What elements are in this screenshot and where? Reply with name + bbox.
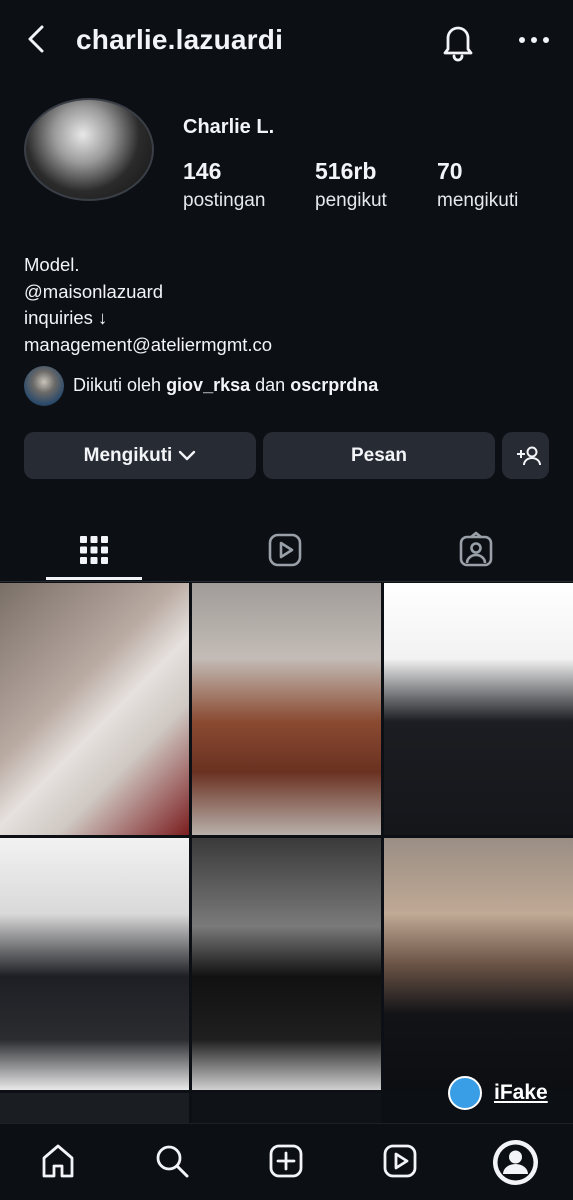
reels-icon[interactable] xyxy=(380,1141,420,1181)
content-tabs xyxy=(0,520,573,582)
post-grid xyxy=(0,583,573,1123)
search-icon[interactable] xyxy=(152,1141,192,1181)
followed-by-text: Diikuti oleh giov_rksa dan oscrprdna xyxy=(73,375,378,396)
create-icon[interactable] xyxy=(266,1141,306,1181)
followed-by-user-1[interactable]: giov_rksa xyxy=(166,375,250,395)
suggest-people-button[interactable] xyxy=(502,432,549,479)
bio-email-link[interactable]: management@ateliermgmt.co xyxy=(24,332,272,359)
profile-avatar[interactable] xyxy=(24,98,154,201)
followed-by-prefix: Diikuti oleh xyxy=(73,375,162,395)
followed-by-user-2[interactable]: oscrprdna xyxy=(290,375,378,395)
profile-avatar-icon[interactable] xyxy=(493,1140,538,1185)
post-thumbnail[interactable] xyxy=(384,838,573,1090)
post-thumbnail[interactable] xyxy=(0,583,189,835)
more-icon[interactable] xyxy=(516,28,552,52)
ifake-watermark: iFake xyxy=(448,1076,568,1110)
following-button[interactable]: Mengikuti xyxy=(24,432,256,479)
bio-line: inquiries ↓ xyxy=(24,307,108,328)
profile-username[interactable]: charlie.lazuardi xyxy=(76,24,283,56)
followed-by-conjunction: dan xyxy=(255,375,286,395)
follower-avatar xyxy=(24,366,64,406)
chevron-down-icon xyxy=(179,450,196,460)
display-name: Charlie L. xyxy=(183,116,275,138)
active-tab-indicator xyxy=(46,577,142,580)
following-button-label: Mengikuti xyxy=(83,444,173,466)
ifake-watermark-text: iFake xyxy=(494,1081,548,1104)
add-person-icon xyxy=(516,446,541,465)
stat-posts-label: postingan xyxy=(183,190,266,211)
user-silhouette-icon xyxy=(497,1144,534,1181)
bottom-navigation xyxy=(0,1123,573,1200)
bio-line: Model. xyxy=(24,254,80,275)
bell-icon[interactable] xyxy=(438,20,478,62)
stat-followers-value: 516rb xyxy=(315,158,377,184)
post-thumbnail[interactable] xyxy=(384,583,573,835)
message-button[interactable]: Pesan xyxy=(263,432,495,479)
stat-followers[interactable]: 516rb pengikut xyxy=(315,158,387,212)
stat-posts-value: 146 xyxy=(183,158,222,184)
home-icon[interactable] xyxy=(38,1141,78,1181)
stat-following-label: mengikuti xyxy=(437,190,519,211)
post-thumbnail[interactable] xyxy=(192,838,381,1090)
post-thumbnail[interactable] xyxy=(0,1093,189,1123)
bio: Model. @maisonlazuard inquiries ↓ manage… xyxy=(24,252,272,358)
followed-by[interactable]: Diikuti oleh giov_rksa dan oscrprdna xyxy=(24,366,544,406)
stat-following[interactable]: 70 mengikuti xyxy=(437,158,518,212)
top-bar: charlie.lazuardi xyxy=(0,0,573,84)
post-thumbnail[interactable] xyxy=(192,583,381,835)
stat-followers-label: pengikut xyxy=(315,190,387,211)
post-thumbnail[interactable] xyxy=(0,838,189,1090)
stat-following-value: 70 xyxy=(437,158,463,184)
grid-icon[interactable] xyxy=(74,530,114,570)
reels-icon[interactable] xyxy=(265,530,305,570)
message-button-label: Pesan xyxy=(351,444,407,466)
post-thumbnail[interactable] xyxy=(192,1093,381,1123)
tagged-icon[interactable] xyxy=(456,530,496,570)
stat-posts[interactable]: 146 postingan xyxy=(183,158,265,212)
bio-mention-link[interactable]: @maisonlazuard xyxy=(24,279,272,306)
ifake-logo-icon xyxy=(448,1076,482,1110)
back-icon[interactable] xyxy=(22,22,52,56)
